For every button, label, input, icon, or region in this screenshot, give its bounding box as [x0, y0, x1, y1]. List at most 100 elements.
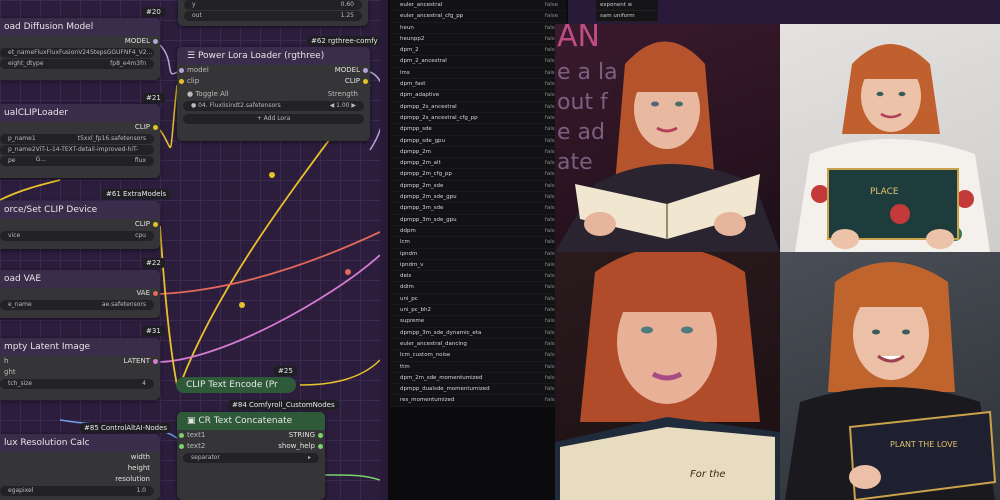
- sampler-value[interactable]: false: [545, 0, 558, 10]
- sampler-list-item[interactable]: ipndm_v false: [390, 259, 566, 272]
- output-model[interactable]: MODEL: [0, 36, 160, 47]
- sampler-name: ipndm_v: [400, 261, 424, 268]
- scheduler-list-item[interactable]: sam uniform: [596, 11, 658, 22]
- toggle-all-switch[interactable]: ● Toggle All: [187, 90, 229, 98]
- sampler-list-item[interactable]: euler_ancestral_dancing false: [390, 338, 566, 351]
- sampler-list-item[interactable]: dpm_2 false: [390, 45, 566, 57]
- separator-widget[interactable]: separator ▸: [183, 453, 319, 463]
- sampler-name: euler_ancestral_cfg_pp: [400, 13, 464, 20]
- sampler-list-item[interactable]: dpmpp_2m false: [390, 146, 566, 159]
- sampler-list-item[interactable]: heunpp2 false: [390, 33, 566, 46]
- widget-y[interactable]: y 0.60: [184, 0, 362, 10]
- force-clip-device-node[interactable]: orce/Set CLIP Device CLIP vice cpu: [0, 201, 160, 249]
- sampler-list-item[interactable]: dpmpp_3m_sde false: [390, 203, 566, 215]
- batch-size-widget[interactable]: tch_size 4: [0, 379, 154, 389]
- sampler-list-item[interactable]: deis false: [390, 271, 566, 283]
- sampler-list-item[interactable]: heun false: [390, 22, 566, 34]
- node-title: lux Resolution Calc: [0, 434, 160, 452]
- input-text2[interactable]: text2 show_help: [177, 441, 325, 452]
- output-vae[interactable]: VAE: [0, 288, 160, 299]
- power-lora-loader-node[interactable]: ☰ Power Lora Loader (rgthree) model MODEL…: [177, 47, 370, 141]
- output-clip[interactable]: CLIP: [0, 219, 160, 230]
- sampler-list-item[interactable]: dpmpp_dualsde_momentumized false: [390, 384, 566, 396]
- load-vae-node[interactable]: oad VAE VAE e_name ae.safetensors: [0, 270, 160, 318]
- cr-text-concatenate-node[interactable]: ▣ CR Text Concatenate text1 STRING text2 s…: [177, 412, 325, 500]
- add-lora-button[interactable]: + Add Lora: [183, 114, 364, 124]
- weight-dtype-widget[interactable]: eight_dtype fp8_e4m3fn: [0, 59, 154, 69]
- generated-image-1[interactable]: AN e a la out f e ad ate: [555, 24, 780, 252]
- output-height[interactable]: height: [0, 463, 160, 474]
- generated-image-3[interactable]: For the: [555, 252, 780, 500]
- sampler-list-item[interactable]: res_momentumized false: [390, 395, 566, 407]
- sampler-list-item[interactable]: ddim false: [390, 282, 566, 294]
- svg-text:AN: AN: [557, 24, 600, 54]
- unet-name-widget[interactable]: et_name FluxFluxFusionV24StepsGGUFNF4_V2.…: [0, 48, 154, 58]
- megapixel-widget[interactable]: egapixel 1.0: [0, 486, 154, 496]
- lora-row[interactable]: ● 04. Fluxlisindt2.safetensors ◀ 1.00 ▶: [183, 101, 364, 111]
- input-model[interactable]: model MODEL: [177, 65, 370, 76]
- sampler-list-item[interactable]: ttm false: [390, 361, 566, 373]
- sampler-list-item[interactable]: dpmpp_sde_gpu false: [390, 135, 566, 147]
- clip-name2-widget[interactable]: p_name2 ViT-L-14-TEXT-detail-improved-hiT…: [0, 145, 154, 163]
- sampler-list-item[interactable]: dpmpp_2m_cfg_pp false: [390, 169, 566, 181]
- sampler-name: dpmpp_3m_sde: [400, 205, 444, 212]
- node-title: mpty Latent Image: [0, 338, 160, 356]
- widget-out[interactable]: out 1.25: [184, 11, 362, 21]
- sampler-list-item[interactable]: uni_pc_bh2 false: [390, 305, 566, 317]
- sampler-name: deis: [400, 273, 412, 280]
- menu-icon[interactable]: ☰: [187, 51, 198, 61]
- sampler-list-item[interactable]: ddpm false: [390, 225, 566, 238]
- sampler-list-item[interactable]: dpm_2m_sde_momentumized false: [390, 372, 566, 385]
- sampler-list-item[interactable]: dpmpp_2s_ancestral false: [390, 101, 566, 113]
- generated-image-4[interactable]: PLANT THE LOVE: [780, 252, 1000, 500]
- input-width[interactable]: h LATENT: [0, 356, 160, 367]
- node-badge: #22: [142, 258, 165, 268]
- clip-name1-widget[interactable]: p_name1 t5xxl_fp16.safetensors: [0, 134, 154, 144]
- sampler-list-item[interactable]: dpm_2_ancestral false: [390, 56, 566, 68]
- sampler-list[interactable]: euler_ancestral false euler_ancestral_cfg_…: [390, 0, 566, 407]
- empty-latent-image-node[interactable]: mpty Latent Image h LATENT ght tch_size 4: [0, 338, 160, 400]
- sampler-list-item[interactable]: dpmpp_2m_sde false: [390, 180, 566, 193]
- sampler-list-item[interactable]: dpm_fast false: [390, 79, 566, 91]
- sampler-list-item[interactable]: uni_pc false: [390, 293, 566, 306]
- node-badge: #62 rgthree-comfy: [307, 36, 380, 46]
- sampler-list-item[interactable]: dpmpp_3m_sde_dynamic_eta false: [390, 327, 566, 339]
- scheduler-list-item[interactable]: exponent ≡: [596, 0, 658, 11]
- partial-node-top[interactable]: y 0.60 out 1.25: [178, 0, 368, 26]
- sampler-list-item[interactable]: dpm_adaptive false: [390, 90, 566, 102]
- output-clip[interactable]: CLIP: [0, 122, 160, 133]
- svg-text:e a la: e a la: [557, 60, 618, 85]
- sampler-list-item[interactable]: supreme false: [390, 316, 566, 328]
- sampler-list-item[interactable]: euler_ancestral_cfg_pp false: [390, 11, 566, 23]
- node-graph-canvas[interactable]: #20 oad Diffusion Model MODEL et_name Flu…: [0, 0, 380, 500]
- sampler-list-item[interactable]: dpmpp_sde false: [390, 124, 566, 136]
- flux-resolution-calc-node[interactable]: lux Resolution Calc width height resolut…: [0, 434, 160, 500]
- output-width[interactable]: width: [0, 452, 160, 463]
- sampler-list-item[interactable]: lcm_custom_noise false: [390, 350, 566, 362]
- sampler-list-item[interactable]: dpmpp_2m_sde_gpu false: [390, 192, 566, 204]
- output-resolution[interactable]: resolution: [0, 474, 160, 485]
- sampler-list-item[interactable]: euler_ancestral false: [390, 0, 566, 12]
- scheduler-list[interactable]: exponent ≡ sam uniform: [596, 0, 658, 22]
- sampler-name: ttm: [400, 363, 410, 370]
- vae-name-widget[interactable]: e_name ae.safetensors: [0, 300, 154, 310]
- sampler-name: supreme: [400, 318, 425, 325]
- sampler-list-item[interactable]: lcm false: [390, 237, 566, 249]
- sampler-list-item[interactable]: lms false: [390, 67, 566, 80]
- sampler-list-item[interactable]: dpmpp_2m_alt false: [390, 158, 566, 170]
- input-clip[interactable]: clip CLIP: [177, 76, 370, 87]
- input-text1[interactable]: text1 STRING: [177, 430, 325, 441]
- sampler-value[interactable]: false: [545, 11, 558, 21]
- sampler-list-item[interactable]: dpmpp_2s_ancestral_cfg_pp false: [390, 112, 566, 125]
- sampler-list-item[interactable]: dpmpp_3m_sde_gpu false: [390, 214, 566, 226]
- input-height[interactable]: ght: [0, 367, 160, 378]
- load-diffusion-model-node[interactable]: oad Diffusion Model MODEL et_name FluxFlu…: [0, 18, 160, 80]
- clip-text-encode-node[interactable]: CLIP Text Encode (Pr: [176, 377, 296, 393]
- device-widget[interactable]: vice cpu: [0, 231, 154, 241]
- sampler-list-item[interactable]: ipndm false: [390, 248, 566, 260]
- dual-clip-loader-node[interactable]: ualCLIPLoader CLIP p_name1 t5xxl_fp16.saf…: [0, 104, 160, 178]
- type-widget[interactable]: pe flux: [0, 156, 154, 166]
- sampler-name: heun: [400, 24, 414, 31]
- sampler-name: dpmpp_2s_ancestral_cfg_pp: [400, 114, 478, 121]
- generated-image-2[interactable]: PLACE: [780, 24, 1000, 252]
